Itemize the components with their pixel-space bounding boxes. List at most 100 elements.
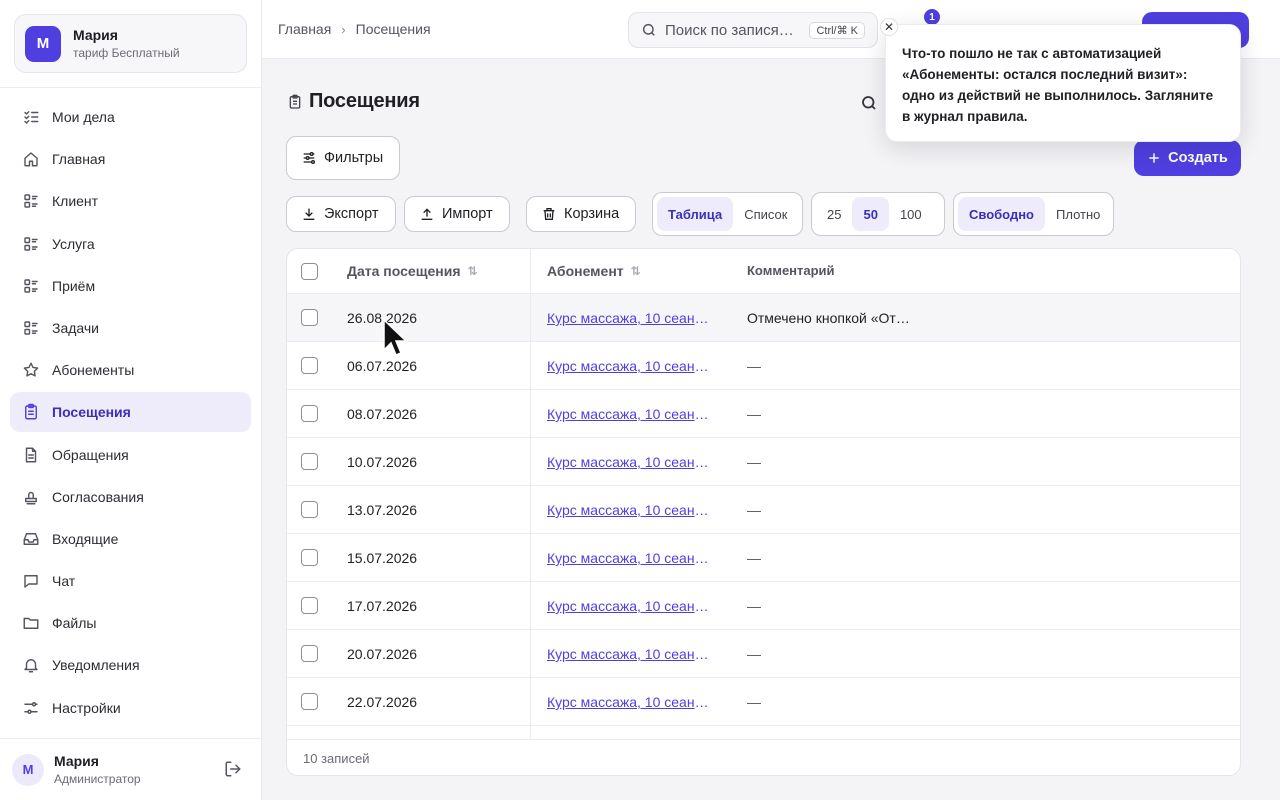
visit-date: 20.07.2026	[347, 646, 418, 662]
breadcrumb-home[interactable]: Главная	[278, 21, 331, 37]
visit-date: 26.08.2026	[347, 310, 418, 326]
sidebar-nav: Мои дела Главная Клиент Услуга Приём Задачи Аб…	[10, 97, 251, 730]
table-row[interactable]: 13.07.2026 Курс массажа, 10 сеансов —	[287, 486, 1240, 534]
sidebar-divider	[0, 738, 261, 739]
visit-date: 10.07.2026	[347, 454, 418, 470]
sidebar-item-label: Посещения	[52, 404, 131, 421]
subscription-link[interactable]: Курс массажа, 10 сеансов	[547, 502, 715, 518]
sidebar-item-label: Уведомления	[52, 657, 140, 674]
folder-icon	[22, 614, 40, 632]
error-toast: Что-то пошло не так с автоматизацией «Аб…	[885, 24, 1241, 142]
sidebar-item-3[interactable]: Услуга	[10, 224, 251, 264]
visit-comment: —	[747, 646, 761, 662]
table-row[interactable]: 06.07.2026 Курс массажа, 10 сеансов —	[287, 342, 1240, 390]
workspace-plan: тариф Бесплатный	[73, 46, 180, 60]
search-icon	[642, 23, 655, 36]
sidebar-item-label: Приём	[52, 277, 96, 294]
clipboard-icon	[22, 403, 40, 421]
column-date-label: Дата посещения	[347, 263, 461, 279]
row-checkbox[interactable]	[301, 597, 318, 614]
user-profile[interactable]: М Мария Администратор	[12, 753, 141, 786]
row-checkbox[interactable]	[301, 405, 318, 422]
visit-comment: —	[747, 502, 761, 518]
density-loose[interactable]: Свободно	[958, 197, 1045, 231]
sidebar-item-2[interactable]: Клиент	[10, 181, 251, 221]
subscription-link[interactable]: Курс массажа, 10 сеансов	[547, 550, 715, 566]
view-mode-switch: Таблица Список	[652, 192, 803, 236]
sidebar-item-1[interactable]: Главная	[10, 139, 251, 179]
visit-date: 17.07.2026	[347, 598, 418, 614]
subscription-link[interactable]: Курс массажа, 10 сеансов	[547, 598, 715, 614]
subscription-link[interactable]: Курс массажа, 10 сеансов	[547, 694, 715, 710]
table-row[interactable]: 15.07.2026 Курс массажа, 10 сеансов —	[287, 534, 1240, 582]
sidebar-item-8[interactable]: Обращения	[10, 435, 251, 475]
sidebar-item-label: Обращения	[52, 446, 129, 463]
sidebar-item-6[interactable]: Абонементы	[10, 350, 251, 390]
table-row[interactable]: 22.07.2026 Курс массажа, 10 сеансов —	[287, 678, 1240, 726]
page-title-text: Посещения	[309, 90, 420, 112]
page-size-25[interactable]: 25	[816, 197, 852, 231]
row-checkbox[interactable]	[301, 357, 318, 374]
sidebar-item-11[interactable]: Чат	[10, 561, 251, 601]
export-button[interactable]: Экспорт	[286, 196, 396, 232]
sidebar-item-9[interactable]: Согласования	[10, 477, 251, 517]
page-title: Посещения	[287, 90, 420, 113]
select-all-checkbox[interactable]	[301, 263, 318, 280]
table-row[interactable]: 20.07.2026 Курс массажа, 10 сеансов —	[287, 630, 1240, 678]
sidebar-item-label: Файлы	[52, 615, 97, 632]
sidebar-item-13[interactable]: Уведомления	[10, 645, 251, 685]
toast-close-button[interactable]: ✕	[880, 18, 898, 36]
sidebar-item-label: Главная	[52, 151, 106, 168]
row-checkbox[interactable]	[301, 549, 318, 566]
table-row[interactable]: 26.08.2026 Курс массажа, 10 сеансов Отмече…	[287, 294, 1240, 342]
visit-comment: —	[747, 358, 761, 374]
page-size-50[interactable]: 50	[852, 197, 889, 231]
workspace-switcher[interactable]: М Мария тариф Бесплатный	[14, 14, 247, 73]
subscription-link[interactable]: Курс массажа, 10 сеансов	[547, 310, 715, 326]
table-row[interactable]: 17.07.2026 Курс массажа, 10 сеансов —	[287, 582, 1240, 630]
sidebar-item-5[interactable]: Задачи	[10, 308, 251, 348]
subscription-link[interactable]: Курс массажа, 10 сеансов	[547, 646, 715, 662]
table-row[interactable]: 10.07.2026 Курс массажа, 10 сеансов —	[287, 438, 1240, 486]
row-checkbox[interactable]	[301, 693, 318, 710]
subscription-link[interactable]: Курс массажа, 10 сеансов	[547, 406, 715, 422]
trash-button[interactable]: Корзина	[526, 196, 636, 232]
subscription-link[interactable]: Курс массажа, 10 сеансов	[547, 454, 715, 470]
column-divider	[530, 249, 531, 739]
column-header-date[interactable]: Дата посещения ⇅	[347, 263, 478, 279]
create-button[interactable]: Создать	[1134, 140, 1241, 176]
row-checkbox[interactable]	[301, 309, 318, 326]
row-checkbox[interactable]	[301, 645, 318, 662]
sidebar-item-0[interactable]: Мои дела	[10, 97, 251, 137]
visit-date: 15.07.2026	[347, 550, 418, 566]
sidebar-item-12[interactable]: Файлы	[10, 603, 251, 643]
upload-icon	[421, 208, 433, 220]
home-icon	[22, 150, 40, 168]
sidebar-item-label: Мои дела	[52, 109, 115, 125]
column-header-subscription[interactable]: Абонемент ⇅	[547, 263, 641, 279]
logout-icon[interactable]	[224, 760, 242, 778]
visit-comment: —	[747, 694, 761, 710]
sidebar-item-14[interactable]: Настройки	[10, 688, 251, 728]
import-button[interactable]: Импорт	[404, 196, 510, 232]
subscription-link[interactable]: Курс массажа, 10 сеансов	[547, 358, 715, 374]
filters-button[interactable]: Фильтры	[286, 136, 400, 180]
sidebar-item-10[interactable]: Входящие	[10, 519, 251, 559]
row-checkbox[interactable]	[301, 453, 318, 470]
table-header: Дата посещения ⇅ Абонемент ⇅ Комментарий	[287, 249, 1240, 294]
workspace-avatar: М	[25, 25, 61, 62]
import-label: Импорт	[442, 206, 493, 222]
download-icon	[303, 208, 315, 220]
sidebar-item-7[interactable]: Посещения	[10, 392, 251, 433]
table-row[interactable]: 08.07.2026 Курс массажа, 10 сеансов —	[287, 390, 1240, 438]
page-size-100[interactable]: 100	[889, 197, 933, 231]
view-mode-list[interactable]: Список	[733, 197, 798, 231]
sidebar-divider	[0, 87, 261, 88]
view-mode-table[interactable]: Таблица	[657, 197, 734, 231]
sidebar-item-4[interactable]: Приём	[10, 266, 251, 306]
search-input[interactable]: Поиск по записям... Ctrl/⌘ K	[628, 12, 878, 48]
table-footer: 10 записей	[287, 739, 1240, 775]
row-checkbox[interactable]	[301, 501, 318, 518]
density-compact[interactable]: Плотно	[1045, 197, 1111, 231]
search-icon[interactable]	[860, 94, 878, 112]
